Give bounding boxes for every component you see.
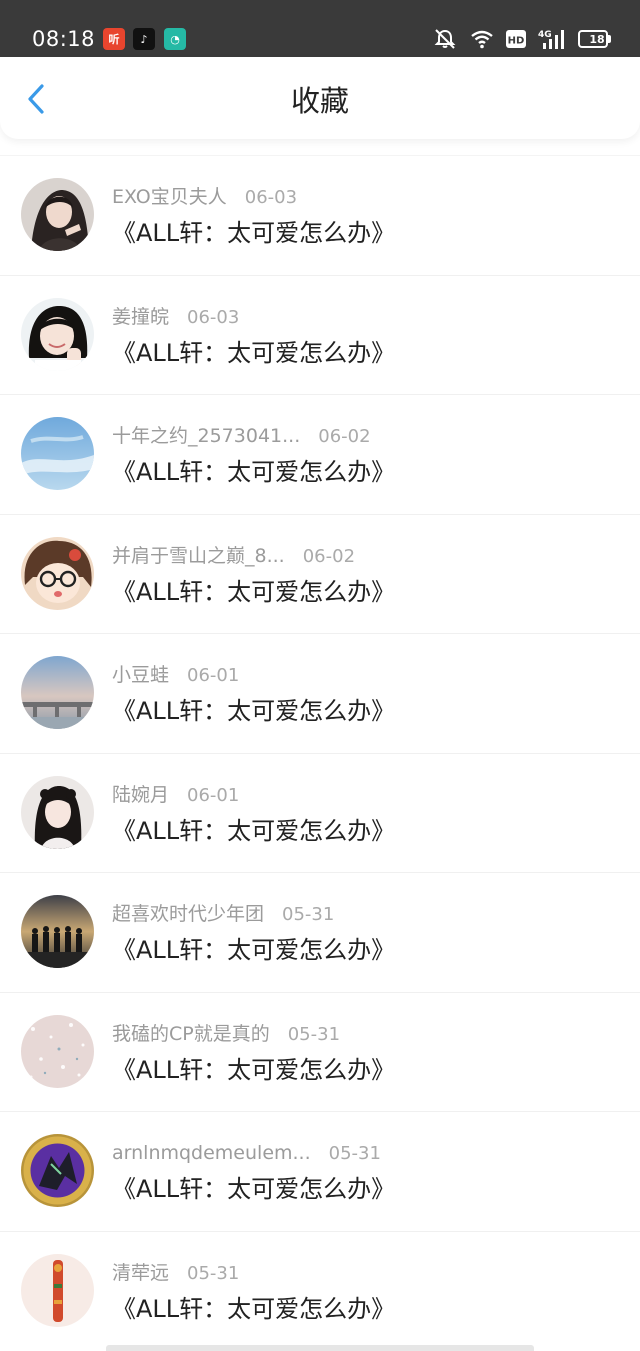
favorites-list: EXO宝贝夫人 06-03 《ALL轩：太可爱怎么办》 姜撞皖 06-03 《ALL…: [0, 155, 640, 1350]
mute-bell-icon: [432, 28, 458, 50]
username[interactable]: 陆婉月: [112, 784, 169, 806]
listen-app-icon: 听: [103, 28, 125, 50]
list-item[interactable]: 小豆蛙 06-01 《ALL轩：太可爱怎么办》: [0, 633, 640, 753]
page-title: 收藏: [290, 84, 349, 118]
item-meta: 十年之约_2573041... 06-02: [112, 424, 371, 449]
chat-app-icon: ◔: [164, 28, 186, 50]
item-meta: 超喜欢时代少年团 05-31: [112, 902, 334, 927]
item-title[interactable]: 《ALL轩：太可爱怎么办》: [112, 1293, 395, 1325]
bottom-edge: [106, 1345, 534, 1351]
status-time: 08:18: [32, 27, 96, 51]
item-meta: 陆婉月 06-01: [112, 783, 239, 808]
username[interactable]: 并肩于雪山之巅_8...: [112, 545, 285, 567]
date: 05-31: [328, 1143, 381, 1164]
item-meta: EXO宝贝夫人 06-03: [112, 185, 297, 210]
date: 05-31: [187, 1262, 240, 1284]
avatar[interactable]: [21, 417, 94, 490]
date: 06-03: [244, 187, 298, 208]
item-meta: 清荦远 05-31: [112, 1261, 239, 1286]
avatar[interactable]: [21, 297, 94, 371]
username[interactable]: EXO宝贝夫人: [112, 186, 227, 208]
avatar[interactable]: [21, 1134, 94, 1207]
list-item[interactable]: 超喜欢时代少年团 05-31 《ALL轩：太可爱怎么办》: [0, 872, 640, 992]
item-title[interactable]: 《ALL轩：太可爱怎么办》: [112, 456, 395, 488]
item-meta: 我磕的CP就是真的 05-31: [112, 1022, 340, 1047]
list-item[interactable]: 我磕的CP就是真的 05-31 《ALL轩：太可爱怎么办》: [0, 991, 640, 1112]
list-item[interactable]: arnlnmqdemeulem... 05-31 《ALL轩：太可爱怎么办》: [0, 1111, 640, 1231]
list-item[interactable]: 陆婉月 06-01 《ALL轩：太可爱怎么办》: [0, 752, 640, 873]
wifi-icon: [470, 29, 494, 49]
username[interactable]: 十年之约_2573041...: [112, 425, 300, 447]
item-title[interactable]: 《ALL轩：太可爱怎么办》: [112, 934, 395, 966]
list-item[interactable]: EXO宝贝夫人 06-03 《ALL轩：太可爱怎么办》: [0, 155, 640, 275]
item-title[interactable]: 《ALL轩：太可爱怎么办》: [112, 576, 395, 608]
date: 05-31: [282, 904, 335, 925]
avatar[interactable]: [21, 656, 94, 729]
username[interactable]: 清荦远: [112, 1262, 169, 1284]
list-item[interactable]: 姜撞皖 06-03 《ALL轩：太可爱怎么办》: [0, 274, 640, 395]
item-meta: 小豆蛙 06-01: [112, 663, 239, 688]
status-bar: 08:18 听 ♪ ◔ HD 4G 18: [0, 0, 640, 57]
date: 05-31: [287, 1023, 341, 1045]
username[interactable]: 超喜欢时代少年团: [112, 903, 264, 925]
tiktok-app-icon: ♪: [133, 28, 155, 50]
battery-level: 18: [589, 32, 605, 46]
avatar[interactable]: [21, 775, 94, 849]
item-title[interactable]: 《ALL轩：太可爱怎么办》: [112, 815, 395, 847]
hd-icon: HD: [506, 29, 526, 49]
item-title[interactable]: 《ALL轩：太可爱怎么办》: [112, 1054, 395, 1086]
username[interactable]: 小豆蛙: [112, 664, 169, 686]
item-title[interactable]: 《ALL轩：太可爱怎么办》: [112, 217, 395, 249]
svg-text:4G: 4G: [538, 30, 552, 40]
date: 06-02: [318, 426, 371, 447]
avatar[interactable]: [21, 536, 94, 610]
avatar[interactable]: [21, 895, 94, 968]
username[interactable]: 姜撞皖: [112, 306, 169, 328]
item-title[interactable]: 《ALL轩：太可爱怎么办》: [112, 337, 395, 369]
list-item[interactable]: 清荦远 05-31 《ALL轩：太可爱怎么办》: [0, 1230, 640, 1351]
item-meta: arnlnmqdemeulem... 05-31: [112, 1141, 381, 1166]
battery-icon: 18: [578, 30, 611, 48]
item-meta: 并肩于雪山之巅_8... 06-02: [112, 544, 355, 569]
svg-text:HD: HD: [508, 36, 525, 47]
cellular-signal-icon: 4G: [538, 28, 566, 50]
date: 06-02: [302, 545, 356, 567]
item-title[interactable]: 《ALL轩：太可爱怎么办》: [112, 1173, 395, 1205]
date: 06-03: [187, 306, 240, 328]
navigation-header: 收藏: [0, 57, 640, 139]
item-title[interactable]: 《ALL轩：太可爱怎么办》: [112, 695, 395, 727]
avatar[interactable]: [21, 1253, 94, 1327]
list-item[interactable]: 十年之约_2573041... 06-02 《ALL轩：太可爱怎么办》: [0, 394, 640, 514]
username[interactable]: arnlnmqdemeulem...: [112, 1142, 311, 1164]
avatar[interactable]: [21, 1014, 94, 1088]
date: 06-01: [187, 784, 240, 806]
username[interactable]: 我磕的CP就是真的: [112, 1023, 270, 1045]
list-item[interactable]: 并肩于雪山之巅_8... 06-02 《ALL轩：太可爱怎么办》: [0, 513, 640, 634]
status-indicators: HD 4G 18: [432, 28, 611, 50]
date: 06-01: [187, 665, 240, 686]
avatar[interactable]: [21, 178, 94, 251]
item-meta: 姜撞皖 06-03: [112, 305, 239, 330]
